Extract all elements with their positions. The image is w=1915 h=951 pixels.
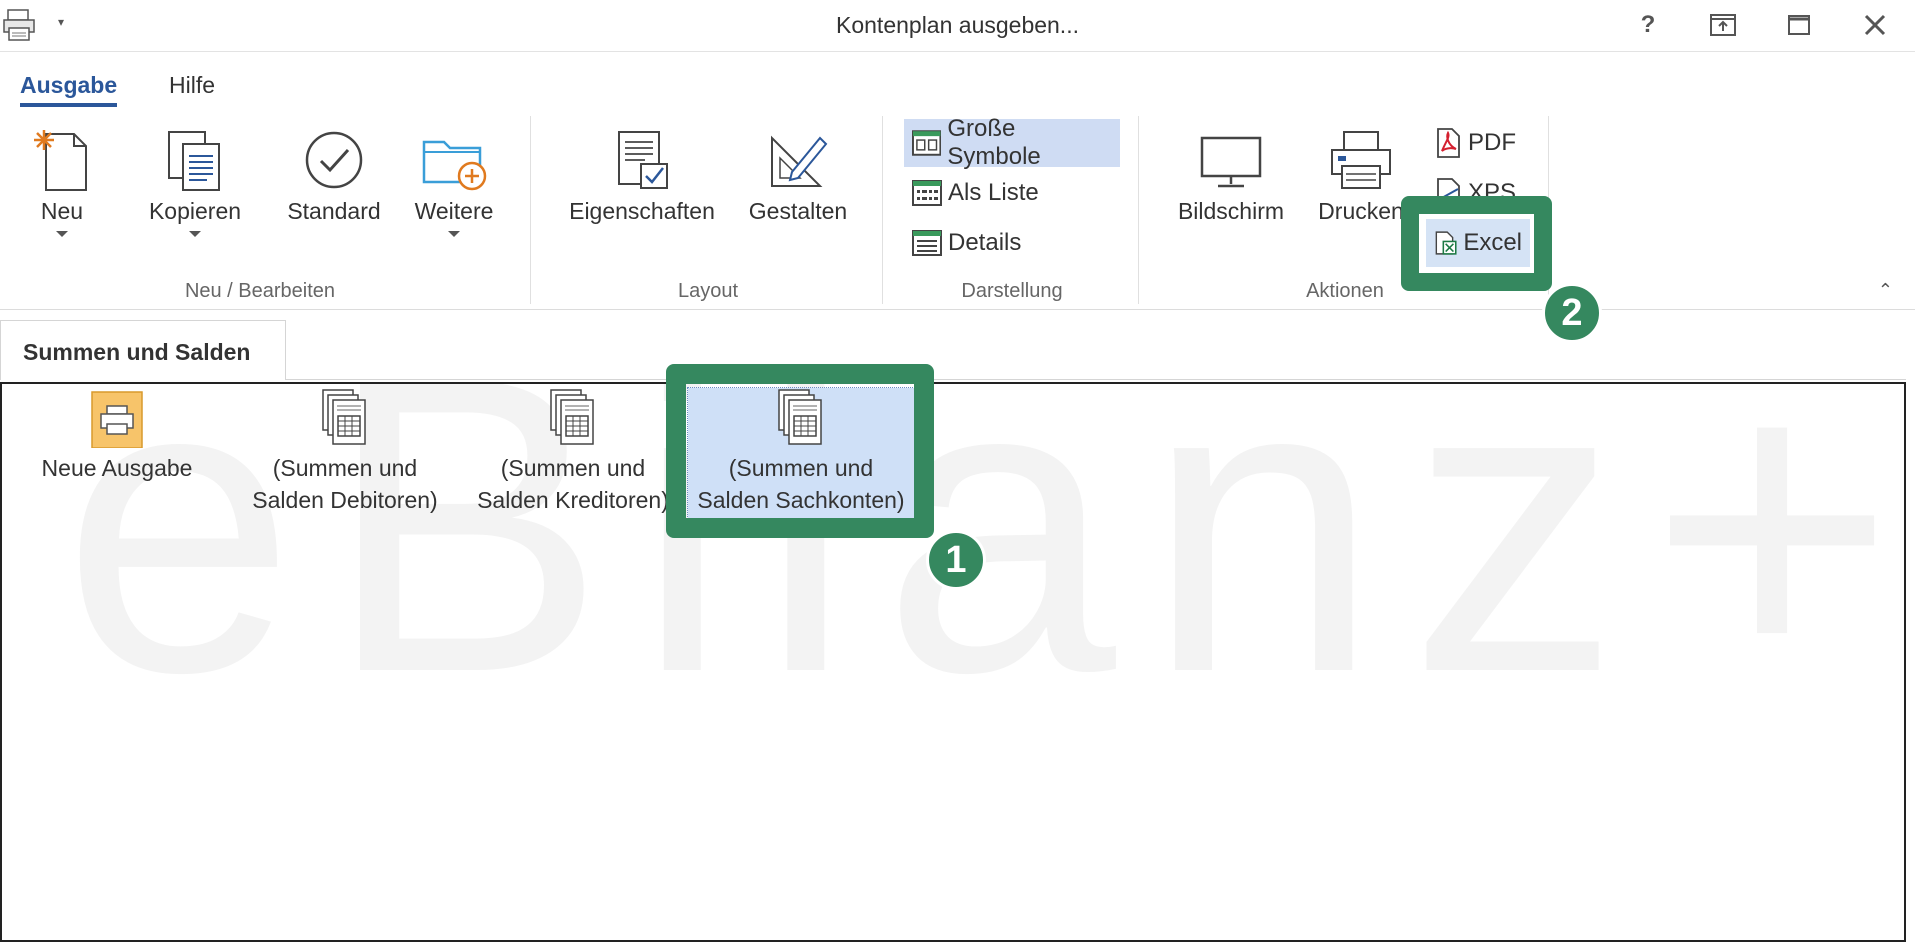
drucken-button[interactable]: Drucken bbox=[1312, 128, 1410, 225]
list-item-neue-ausgabe[interactable]: Neue Ausgabe bbox=[32, 388, 202, 484]
xps-icon bbox=[1437, 178, 1460, 208]
grosse-symbole-label: Große Symbole bbox=[947, 115, 1041, 170]
neu-button[interactable]: Neu bbox=[22, 128, 102, 237]
drucken-label: Drucken bbox=[1318, 198, 1404, 224]
help-button[interactable]: ? bbox=[1628, 8, 1668, 42]
item-label: (Summen und bbox=[272, 455, 418, 481]
excel-icon bbox=[1435, 231, 1457, 255]
copy-document-icon bbox=[168, 131, 220, 191]
new-document-icon bbox=[34, 130, 87, 191]
maximize-icon bbox=[1788, 15, 1810, 35]
group-separator bbox=[1548, 116, 1549, 304]
report-table-icon bbox=[322, 389, 366, 445]
item-label: Salden Debitoren) bbox=[252, 487, 438, 513]
close-icon bbox=[1864, 14, 1886, 36]
als-liste-label: Als Liste bbox=[948, 179, 1039, 206]
output-list-view[interactable]: eBilanz+ Neue Ausgabe (Summen und Salden… bbox=[0, 382, 1906, 942]
tab-ausgabe[interactable]: Ausgabe bbox=[20, 72, 118, 107]
new-printer-icon bbox=[91, 391, 143, 448]
restore-button[interactable] bbox=[1703, 8, 1743, 42]
weitere-button[interactable]: Weitere bbox=[408, 128, 500, 237]
item-label: Salden Sachkonten) bbox=[697, 487, 905, 513]
close-button[interactable] bbox=[1855, 8, 1895, 42]
chevron-down-icon bbox=[56, 231, 68, 237]
gestalten-label: Gestalten bbox=[748, 198, 848, 224]
maximize-button[interactable] bbox=[1779, 8, 1819, 42]
kopieren-label: Kopieren bbox=[148, 198, 242, 224]
list-view-icon bbox=[912, 180, 942, 206]
collapse-ribbon-icon[interactable]: ⌃ bbox=[1878, 280, 1893, 301]
bildschirm-label: Bildschirm bbox=[1177, 198, 1285, 224]
neu-label: Neu bbox=[40, 198, 84, 224]
chevron-down-icon bbox=[448, 231, 460, 237]
report-table-icon bbox=[550, 389, 594, 445]
kopieren-button[interactable]: Kopieren bbox=[142, 128, 248, 237]
help-icon: ? bbox=[1640, 11, 1656, 38]
item-label: (Summen und bbox=[500, 455, 646, 481]
xps-label: XPS bbox=[1468, 179, 1517, 206]
tab-summen-und-salden[interactable]: Summen und Salden bbox=[0, 320, 286, 380]
group-separator bbox=[530, 116, 531, 304]
folder-add-icon bbox=[422, 140, 487, 191]
checkmark-circle-icon bbox=[305, 131, 363, 189]
pdf-icon bbox=[1437, 128, 1460, 158]
item-label: (Summen und bbox=[728, 455, 874, 481]
list-item-summen-salden-debitoren[interactable]: (Summen und Salden Debitoren) bbox=[240, 388, 450, 516]
excel-button[interactable]: Excel bbox=[1426, 219, 1530, 267]
standard-label: Standard bbox=[287, 198, 381, 224]
group-label-darstellung: Darstellung bbox=[961, 280, 1063, 302]
standard-button[interactable]: Standard bbox=[282, 128, 386, 225]
ribbon: Neu Kopieren Standard Weitere Neu / Bear… bbox=[0, 112, 1915, 310]
title-bar: ▾ Kontenplan ausgeben... ? bbox=[0, 0, 1915, 52]
item-label: Neue Ausgabe bbox=[41, 455, 193, 481]
monitor-icon bbox=[1200, 136, 1262, 188]
list-item-summen-salden-kreditoren[interactable]: (Summen und Salden Kreditoren) bbox=[468, 388, 678, 516]
list-item-summen-salden-sachkonten[interactable]: (Summen und Salden Sachkonten) bbox=[687, 387, 915, 519]
bildschirm-button[interactable]: Bildschirm bbox=[1170, 128, 1292, 225]
eigenschaften-label: Eigenschaften bbox=[569, 198, 715, 224]
item-label: Salden Kreditoren) bbox=[477, 487, 669, 513]
properties-icon bbox=[618, 131, 668, 189]
report-table-icon bbox=[778, 389, 822, 445]
excel-label: Excel bbox=[1463, 229, 1522, 256]
grosse-symbole-button[interactable]: Große Symbole bbox=[904, 115, 1120, 170]
pdf-button[interactable]: PDF bbox=[1426, 119, 1546, 167]
eigenschaften-button[interactable]: Eigenschaften bbox=[562, 128, 722, 225]
details-view-icon bbox=[912, 230, 942, 256]
xps-button[interactable]: XPS bbox=[1426, 169, 1546, 217]
group-separator bbox=[1138, 116, 1139, 304]
group-label-neu-bearbeiten: Neu / Bearbeiten bbox=[184, 280, 336, 302]
als-liste-button[interactable]: Als Liste bbox=[904, 169, 1120, 217]
restore-icon bbox=[1710, 14, 1736, 36]
chevron-down-icon bbox=[189, 231, 201, 237]
large-icons-view-icon bbox=[912, 130, 942, 156]
printer-icon bbox=[1331, 131, 1391, 189]
tab-strip-divider bbox=[286, 379, 1906, 380]
weitere-label: Weitere bbox=[414, 198, 494, 224]
annotation-badge-1: 1 bbox=[926, 530, 986, 590]
group-separator bbox=[882, 116, 883, 304]
design-ruler-icon bbox=[771, 135, 828, 187]
group-label-layout: Layout bbox=[677, 280, 739, 302]
group-label-aktionen: Aktionen bbox=[1306, 280, 1384, 302]
pdf-label: PDF bbox=[1468, 129, 1516, 156]
details-label: Details bbox=[948, 229, 1022, 256]
tab-hilfe[interactable]: Hilfe bbox=[169, 72, 215, 99]
details-button[interactable]: Details bbox=[904, 219, 1120, 267]
gestalten-button[interactable]: Gestalten bbox=[744, 128, 852, 225]
annotation-badge-2: 2 bbox=[1542, 283, 1602, 343]
